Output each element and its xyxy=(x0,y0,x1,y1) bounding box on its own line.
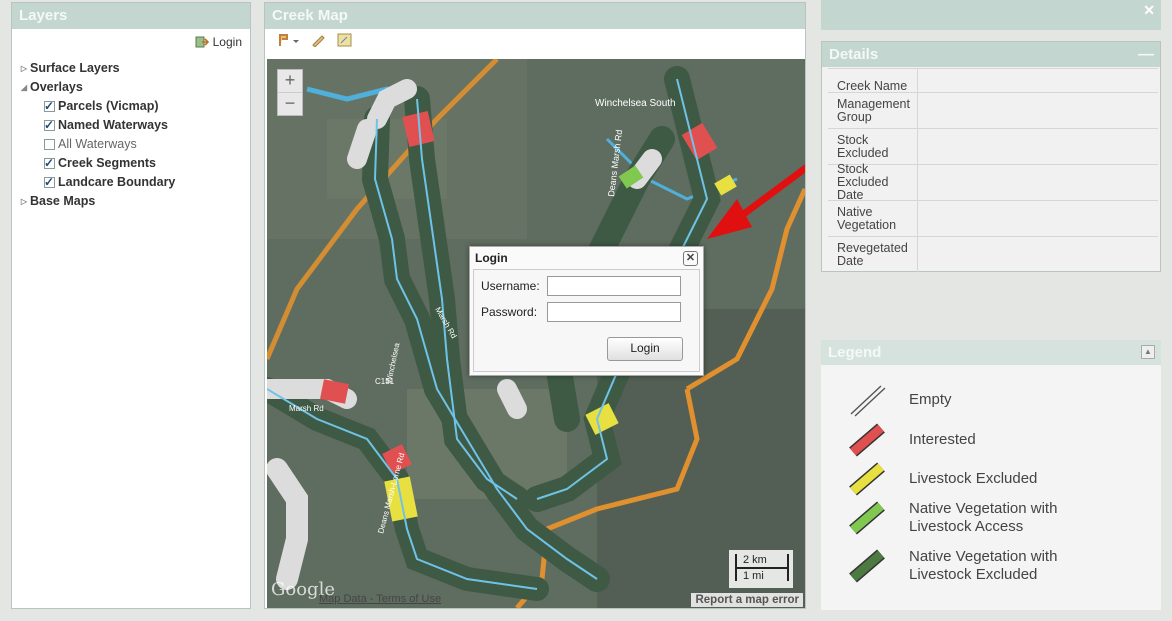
login-dialog: Login ✕ Username: Password: Login xyxy=(469,246,704,376)
login-button[interactable]: Login xyxy=(195,35,242,49)
zoom-out-button[interactable]: − xyxy=(278,92,302,115)
map-data-link[interactable]: Map Data xyxy=(319,593,367,605)
legend-item: Native Vegetation with Livestock Exclude… xyxy=(847,548,1089,584)
layer-landcare-boundary[interactable]: Landcare Boundary xyxy=(18,173,246,192)
details-row: Revegetated Date xyxy=(828,236,1158,272)
layer-named-waterways[interactable]: Named Waterways xyxy=(18,116,246,135)
details-panel: Details — Creek Name Management Group St… xyxy=(821,41,1161,272)
expand-arrow-icon[interactable]: ▷ xyxy=(18,59,30,78)
terms-link[interactable]: Terms of Use xyxy=(376,593,441,605)
legend-item: Native Vegetation with Livestock Access xyxy=(847,500,1089,536)
legend-panel: Legend ▲ Empty Interested Livestock Excl… xyxy=(821,340,1161,610)
zoom-control: + − xyxy=(277,69,303,116)
map-toolbar xyxy=(277,33,353,47)
password-row: Password: xyxy=(481,302,681,322)
tree-node-base-maps[interactable]: ▷ Base Maps xyxy=(18,192,246,211)
legend-swatch-interested xyxy=(849,423,885,457)
layer-all-waterways[interactable]: All Waterways xyxy=(18,135,246,154)
login-form: Username: Password: Login xyxy=(473,269,700,372)
collapse-arrow-icon[interactable]: ◢ xyxy=(18,78,30,97)
details-title: Details — xyxy=(822,42,1160,67)
legend-item: Livestock Excluded xyxy=(847,461,1037,497)
zoom-in-button[interactable]: + xyxy=(278,70,302,92)
password-field[interactable] xyxy=(547,302,681,322)
right-top-bar: ✕ xyxy=(821,0,1161,30)
scale-bar: 2 km 1 mi xyxy=(729,550,793,588)
layers-title: Layers xyxy=(12,3,250,29)
all-waterways-checkbox[interactable] xyxy=(44,139,55,150)
username-field[interactable] xyxy=(547,276,681,296)
legend-title: Legend ▲ xyxy=(821,340,1161,365)
legend-swatch-native-access xyxy=(849,501,885,535)
username-label: Username: xyxy=(481,279,540,293)
named-waterways-checkbox[interactable] xyxy=(44,116,55,135)
password-label: Password: xyxy=(481,305,538,319)
map-data-links: Map Data - Terms of Use xyxy=(319,593,442,605)
map-label: Marsh Rd xyxy=(289,404,324,413)
landcare-boundary-checkbox[interactable] xyxy=(44,173,55,192)
flag-tool-icon[interactable] xyxy=(277,33,301,47)
legend-label: Native Vegetation with Livestock Access xyxy=(909,500,1058,535)
legend-item: Interested xyxy=(847,422,976,458)
select-tool-icon[interactable] xyxy=(337,33,353,47)
creek-segments-checkbox[interactable] xyxy=(44,154,55,173)
draw-tool-icon[interactable] xyxy=(311,33,327,47)
layer-creek-segments[interactable]: Creek Segments xyxy=(18,154,246,173)
close-icon[interactable]: ✕ xyxy=(1143,2,1155,19)
legend-label: Native Vegetation with Livestock Exclude… xyxy=(909,548,1058,583)
legend-swatch-empty xyxy=(850,385,886,417)
collapse-icon[interactable]: — xyxy=(1138,42,1154,67)
legend-label: Interested xyxy=(909,431,976,448)
tree-node-overlays[interactable]: ◢ Overlays xyxy=(18,78,246,97)
login-dialog-title: Login ✕ xyxy=(470,247,703,267)
legend-label: Empty xyxy=(909,391,952,408)
report-map-error-link[interactable]: Report a map error xyxy=(691,593,803,607)
scale-mi: 1 mi xyxy=(743,570,764,582)
map-label: Winchelsea South xyxy=(595,98,676,109)
layer-parcels[interactable]: Parcels (Vicmap) xyxy=(18,97,246,116)
details-row: Stock Excluded xyxy=(828,128,1158,164)
details-row: Management Group xyxy=(828,92,1158,128)
parcels-checkbox[interactable] xyxy=(44,97,55,116)
username-row: Username: xyxy=(481,276,681,296)
scale-km: 2 km xyxy=(743,554,767,566)
layers-panel: Layers Login ▷Surface Layers ◢Overlays P… xyxy=(11,2,251,609)
tree-node-surface-layers[interactable]: ▷ Surface Layers xyxy=(18,59,246,78)
close-icon[interactable]: ✕ xyxy=(683,251,698,266)
login-icon xyxy=(195,36,209,48)
expand-arrow-icon[interactable]: ▷ xyxy=(18,192,30,211)
legend-swatch-native-excluded xyxy=(849,549,885,583)
login-submit-button[interactable]: Login xyxy=(607,337,683,361)
login-label: Login xyxy=(212,35,242,49)
legend-label: Livestock Excluded xyxy=(909,470,1038,487)
collapse-icon[interactable]: ▲ xyxy=(1141,345,1155,359)
legend-item: Empty xyxy=(847,382,952,418)
map-title: Creek Map xyxy=(265,3,805,29)
legend-swatch-livestock-excluded xyxy=(849,462,885,496)
details-row: Stock Excluded Date xyxy=(828,163,1158,202)
layer-tree: ▷Surface Layers ◢Overlays Parcels (Vicma… xyxy=(18,59,246,211)
details-row: Native Vegetation xyxy=(828,200,1158,236)
